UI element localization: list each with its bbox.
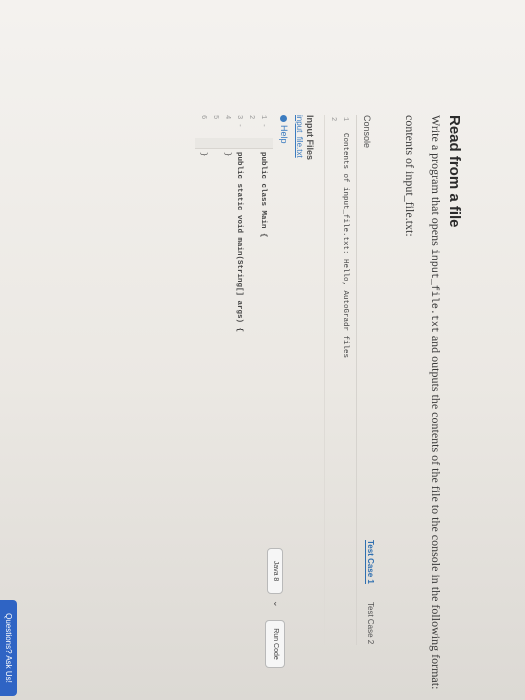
console-line-number: 1 bbox=[341, 117, 349, 122]
rotated-page: Read from a file Write a program that op… bbox=[0, 0, 525, 700]
language-value: Java 8 bbox=[272, 560, 279, 582]
editor-line-number: 5 bbox=[211, 115, 219, 120]
editor-line-number: 6 bbox=[199, 115, 207, 120]
editor-gutter-border bbox=[195, 148, 273, 149]
editor-line-number: 1 - bbox=[259, 115, 267, 128]
editor-line-number: 4 bbox=[223, 115, 231, 120]
console-line-text: Contents of input_file.txt: Hello, AutoG… bbox=[341, 133, 349, 359]
questions-button[interactable]: Questions? Ask Us! bbox=[0, 600, 17, 696]
console-divider bbox=[356, 115, 357, 645]
tab-test-case-1[interactable]: Test Case 1 bbox=[365, 540, 375, 584]
page-title: Read from a file bbox=[446, 115, 463, 228]
format-line: contents of input_file.txt: bbox=[403, 115, 417, 237]
editor-line-number: 2 bbox=[247, 115, 255, 120]
editor-line[interactable]: public static void main(String[] args) { bbox=[235, 152, 243, 332]
section-divider bbox=[324, 115, 325, 645]
tab-test-case-2[interactable]: Test Case 2 bbox=[366, 602, 375, 644]
editor-line-number: 3 - bbox=[235, 115, 243, 128]
chevron-down-icon[interactable]: ⌄ bbox=[271, 600, 282, 608]
description-prefix: Write a program that opens bbox=[429, 115, 443, 246]
editor-line[interactable]: } bbox=[199, 152, 207, 157]
description-suffix: and outputs the contents of the file to … bbox=[429, 335, 443, 690]
problem-description: Write a program that opens input_file.tx… bbox=[428, 115, 443, 689]
help-toggle[interactable]: Help bbox=[279, 115, 289, 144]
description-filename: input_file.txt bbox=[428, 248, 439, 333]
console-line-number: 2 bbox=[329, 117, 337, 122]
language-select[interactable]: Java 8 bbox=[267, 548, 283, 594]
help-label: Help bbox=[279, 125, 289, 144]
editor-line[interactable]: } bbox=[223, 152, 231, 157]
editor-gutter bbox=[195, 138, 273, 148]
input-files-label: Input Files bbox=[305, 115, 315, 160]
editor-line[interactable]: public class Main { bbox=[259, 152, 267, 238]
help-circle-icon bbox=[280, 115, 288, 122]
console-label: Console bbox=[362, 115, 372, 149]
run-code-button[interactable]: Run Code bbox=[265, 620, 285, 668]
input-file-link[interactable]: input_file.txt bbox=[295, 115, 304, 158]
